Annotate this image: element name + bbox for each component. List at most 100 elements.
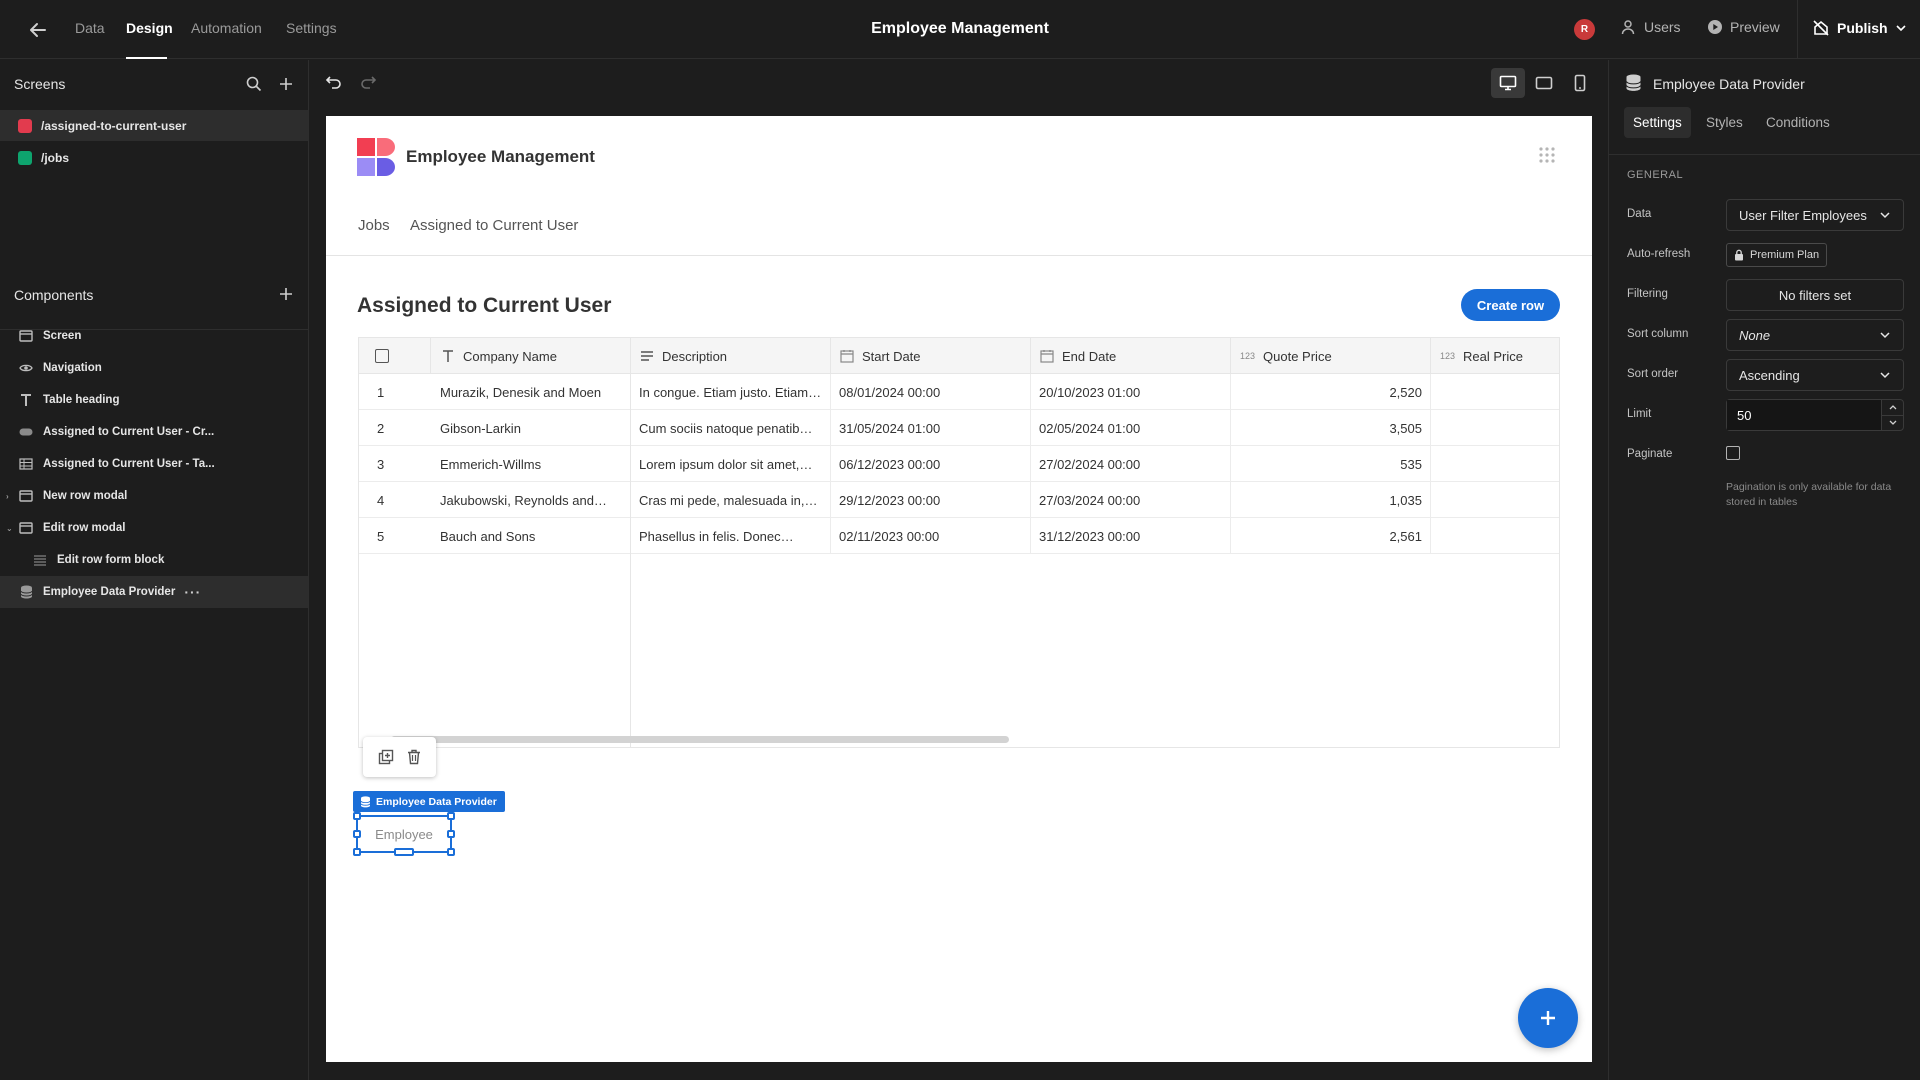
cell-quote-price[interactable]: 2,561 bbox=[1231, 518, 1431, 554]
table-row[interactable]: 4 Jakubowski, Reynolds and… Cras mi pede… bbox=[359, 482, 1559, 518]
resize-handle[interactable] bbox=[447, 830, 455, 838]
component-edit-row-form[interactable]: Edit row form block bbox=[0, 544, 308, 576]
cell-quote-price[interactable]: 3,505 bbox=[1231, 410, 1431, 446]
avatar[interactable]: R bbox=[1574, 19, 1595, 40]
horizontal-scrollbar[interactable] bbox=[391, 736, 1009, 743]
data-provider-placeholder[interactable]: Employee bbox=[353, 812, 455, 856]
cell-description[interactable]: Cum sociis natoque penatib… bbox=[631, 410, 831, 446]
screen-item-jobs[interactable]: /jobs bbox=[0, 142, 308, 173]
desktop-view-button[interactable] bbox=[1491, 68, 1525, 98]
mobile-view-button[interactable] bbox=[1563, 68, 1597, 98]
grid-menu-icon[interactable] bbox=[1539, 147, 1555, 163]
table-row[interactable]: 2 Gibson-Larkin Cum sociis natoque penat… bbox=[359, 410, 1559, 446]
add-screen-icon[interactable] bbox=[277, 75, 295, 93]
selected-component-tag[interactable]: Employee Data Provider bbox=[353, 791, 505, 812]
component-table-heading[interactable]: Table heading bbox=[0, 384, 308, 416]
column-header-company[interactable]: Company Name bbox=[431, 338, 631, 374]
cell-start-date[interactable]: 29/12/2023 00:00 bbox=[831, 482, 1031, 518]
trash-icon[interactable] bbox=[407, 749, 421, 765]
resize-handle[interactable] bbox=[394, 848, 414, 856]
component-navigation[interactable]: Navigation bbox=[0, 352, 308, 384]
column-header-description[interactable]: Description bbox=[631, 338, 831, 374]
publish-button[interactable]: Publish bbox=[1812, 19, 1907, 37]
cell-quote-price[interactable]: 1,035 bbox=[1231, 482, 1431, 518]
cell-end-date[interactable]: 31/12/2023 00:00 bbox=[1031, 518, 1231, 554]
tablet-view-button[interactable] bbox=[1527, 68, 1561, 98]
table-row[interactable]: 5 Bauch and Sons Phasellus in felis. Don… bbox=[359, 518, 1559, 554]
column-header-start-date[interactable]: Start Date bbox=[831, 338, 1031, 374]
nav-link-jobs[interactable]: Jobs bbox=[358, 217, 390, 234]
component-screen[interactable]: Screen bbox=[0, 320, 308, 352]
tab-settings[interactable]: Settings bbox=[286, 20, 337, 36]
cell-start-date[interactable]: 02/11/2023 00:00 bbox=[831, 518, 1031, 554]
resize-handle[interactable] bbox=[353, 812, 361, 820]
users-button[interactable]: Users bbox=[1621, 19, 1681, 35]
create-row-button[interactable]: Create row bbox=[1461, 289, 1560, 321]
column-header-real-price[interactable]: 123 Real Price bbox=[1431, 338, 1559, 374]
cell-real-price[interactable] bbox=[1431, 374, 1559, 410]
cell-real-price[interactable] bbox=[1431, 482, 1559, 518]
cell-description[interactable]: In congue. Etiam justo. Etiam… bbox=[631, 374, 831, 410]
paginate-checkbox[interactable] bbox=[1726, 446, 1740, 460]
cell-real-price[interactable] bbox=[1431, 518, 1559, 554]
data-source-select[interactable]: User Filter Employees bbox=[1726, 199, 1904, 231]
component-data-provider[interactable]: Employee Data Provider ··· bbox=[0, 576, 308, 608]
cell-company[interactable]: Gibson-Larkin bbox=[431, 410, 631, 446]
cell-company[interactable]: Murazik, Denesik and Moen bbox=[431, 374, 631, 410]
cell-quote-price[interactable]: 2,520 bbox=[1231, 374, 1431, 410]
redo-icon[interactable] bbox=[359, 73, 377, 91]
tab-design[interactable]: Design bbox=[126, 20, 173, 36]
component-create-button[interactable]: Assigned to Current User - Cr... bbox=[0, 416, 308, 448]
screen-item-assigned[interactable]: /assigned-to-current-user bbox=[0, 110, 308, 141]
select-all-checkbox[interactable] bbox=[375, 349, 389, 363]
resize-handle[interactable] bbox=[447, 848, 455, 856]
cell-end-date[interactable]: 27/02/2024 00:00 bbox=[1031, 446, 1231, 482]
cell-company[interactable]: Bauch and Sons bbox=[431, 518, 631, 554]
column-header-quote-price[interactable]: 123 Quote Price bbox=[1231, 338, 1431, 374]
cell-start-date[interactable]: 31/05/2024 01:00 bbox=[831, 410, 1031, 446]
search-icon[interactable] bbox=[245, 75, 263, 93]
cell-company[interactable]: Jakubowski, Reynolds and… bbox=[431, 482, 631, 518]
cell-start-date[interactable]: 06/12/2023 00:00 bbox=[831, 446, 1031, 482]
cell-company[interactable]: Emmerich-Willms bbox=[431, 446, 631, 482]
limit-input[interactable]: 50 bbox=[1726, 399, 1904, 431]
cell-description[interactable]: Phasellus in felis. Donec… bbox=[631, 518, 831, 554]
tab-styles[interactable]: Styles bbox=[1697, 107, 1752, 138]
tab-automation[interactable]: Automation bbox=[191, 20, 262, 36]
limit-value[interactable]: 50 bbox=[1727, 400, 1881, 430]
cell-description[interactable]: Lorem ipsum dolor sit amet,… bbox=[631, 446, 831, 482]
resize-handle[interactable] bbox=[353, 848, 361, 856]
resize-handle[interactable] bbox=[447, 812, 455, 820]
cell-end-date[interactable]: 20/10/2023 01:00 bbox=[1031, 374, 1231, 410]
component-new-row-modal[interactable]: › New row modal bbox=[0, 480, 308, 512]
cell-quote-price[interactable]: 535 bbox=[1231, 446, 1431, 482]
cell-start-date[interactable]: 08/01/2024 00:00 bbox=[831, 374, 1031, 410]
decrement-button[interactable] bbox=[1882, 416, 1903, 431]
cell-end-date[interactable]: 27/03/2024 00:00 bbox=[1031, 482, 1231, 518]
table-row[interactable]: 3 Emmerich-Willms Lorem ipsum dolor sit … bbox=[359, 446, 1559, 482]
back-arrow-icon[interactable] bbox=[26, 18, 50, 42]
chevron-right-icon[interactable]: › bbox=[6, 492, 9, 501]
premium-plan-badge[interactable]: Premium Plan bbox=[1726, 243, 1828, 267]
undo-icon[interactable] bbox=[325, 73, 343, 91]
add-component-icon[interactable] bbox=[277, 285, 295, 303]
column-header-end-date[interactable]: End Date bbox=[1031, 338, 1231, 374]
resize-handle[interactable] bbox=[353, 830, 361, 838]
table-row[interactable]: 1 Murazik, Denesik and Moen In congue. E… bbox=[359, 374, 1559, 410]
sort-column-select[interactable]: None bbox=[1726, 319, 1904, 351]
tab-settings-panel[interactable]: Settings bbox=[1624, 107, 1691, 138]
filtering-button[interactable]: No filters set bbox=[1726, 279, 1904, 311]
component-edit-row-modal[interactable]: ⌄ Edit row modal bbox=[0, 512, 308, 544]
cell-end-date[interactable]: 02/05/2024 01:00 bbox=[1031, 410, 1231, 446]
tab-conditions[interactable]: Conditions bbox=[1757, 107, 1839, 138]
cell-real-price[interactable] bbox=[1431, 446, 1559, 482]
increment-button[interactable] bbox=[1882, 400, 1903, 416]
add-component-fab[interactable] bbox=[1518, 988, 1578, 1048]
duplicate-icon[interactable] bbox=[378, 749, 394, 765]
sort-order-select[interactable]: Ascending bbox=[1726, 359, 1904, 391]
preview-button[interactable]: Preview bbox=[1707, 19, 1780, 35]
cell-real-price[interactable] bbox=[1431, 410, 1559, 446]
tab-data[interactable]: Data bbox=[75, 20, 105, 36]
nav-link-assigned[interactable]: Assigned to Current User bbox=[410, 217, 578, 234]
component-table[interactable]: Assigned to Current User - Ta... bbox=[0, 448, 308, 480]
